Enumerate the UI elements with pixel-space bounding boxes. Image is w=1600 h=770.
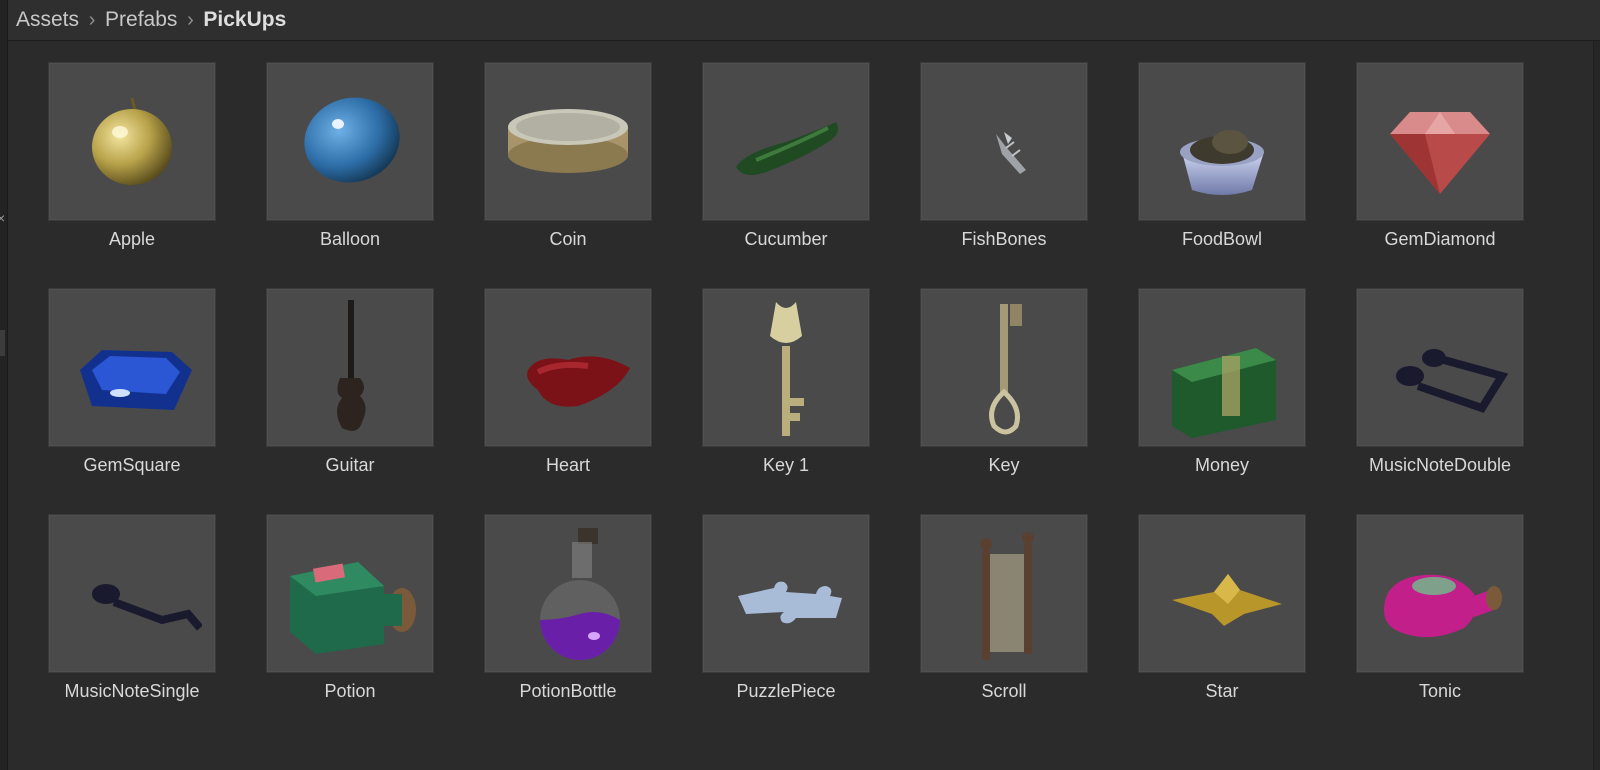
asset-label: Tonic xyxy=(1418,681,1462,701)
thumbnail xyxy=(920,514,1088,673)
thumbnail xyxy=(266,514,434,673)
asset-label: Heart xyxy=(545,455,590,475)
asset-label: Cucumber xyxy=(744,229,828,249)
thumbnail xyxy=(1138,514,1306,673)
thumbnail xyxy=(484,62,652,221)
tonic-icon xyxy=(1384,574,1502,637)
money-icon xyxy=(1172,347,1276,438)
asset-label: Coin xyxy=(549,229,587,249)
asset-label: Potion xyxy=(324,681,376,701)
gem-diamond-icon xyxy=(1390,111,1490,194)
fishbones-icon xyxy=(996,131,1026,174)
thumbnail xyxy=(1138,288,1306,447)
heart-icon xyxy=(527,355,630,407)
music-note-double-icon xyxy=(1396,348,1509,413)
scroll-icon xyxy=(980,531,1034,660)
asset-tile-star[interactable]: Star xyxy=(1138,514,1306,702)
close-icon[interactable]: × xyxy=(0,210,5,226)
puzzle-piece-icon xyxy=(738,581,842,623)
asset-label: FishBones xyxy=(961,229,1047,249)
asset-tile-foodbowl[interactable]: FoodBowl xyxy=(1138,62,1306,250)
breadcrumb-pickups[interactable]: PickUps xyxy=(203,8,286,32)
asset-tile-musicnotedouble[interactable]: MusicNoteDouble xyxy=(1356,288,1524,476)
asset-tile-gemdiamond[interactable]: GemDiamond xyxy=(1356,62,1524,250)
thumbnail xyxy=(920,288,1088,447)
left-panel-edge: × xyxy=(0,0,8,770)
guitar-icon xyxy=(337,299,366,431)
asset-label: Scroll xyxy=(981,681,1027,701)
thumbnail xyxy=(702,62,870,221)
asset-label: Key 1 xyxy=(762,455,810,475)
key-1-icon xyxy=(770,301,804,436)
asset-tile-key[interactable]: Key xyxy=(920,288,1088,476)
asset-tile-key-1[interactable]: Key 1 xyxy=(702,288,870,476)
asset-tile-puzzlepiece[interactable]: PuzzlePiece xyxy=(702,514,870,702)
potion-icon xyxy=(290,561,416,654)
asset-label: FoodBowl xyxy=(1181,229,1263,249)
asset-tile-apple[interactable]: Apple xyxy=(48,62,216,250)
thumbnail xyxy=(1138,62,1306,221)
thumbnail xyxy=(702,288,870,447)
apple-icon xyxy=(92,97,172,185)
thumbnail xyxy=(484,514,652,673)
thumbnail xyxy=(1356,514,1524,673)
asset-tile-fishbones[interactable]: FishBones xyxy=(920,62,1088,250)
asset-label: MusicNoteDouble xyxy=(1368,455,1512,475)
asset-label: Key xyxy=(988,455,1020,475)
asset-tile-potion[interactable]: Potion xyxy=(266,514,434,702)
asset-tile-scroll[interactable]: Scroll xyxy=(920,514,1088,702)
asset-tile-money[interactable]: Money xyxy=(1138,288,1306,476)
asset-tile-coin[interactable]: Coin xyxy=(484,62,652,250)
asset-label: Star xyxy=(1205,681,1239,701)
thumbnail xyxy=(1356,288,1524,447)
potion-bottle-icon xyxy=(540,527,620,660)
key-icon xyxy=(989,303,1022,434)
scrollbar[interactable] xyxy=(1593,41,1600,770)
thumbnail xyxy=(266,288,434,447)
breadcrumb-prefabs[interactable]: Prefabs xyxy=(105,8,177,32)
thumbnail xyxy=(266,62,434,221)
thumbnail xyxy=(48,514,216,673)
asset-label: Balloon xyxy=(319,229,381,249)
thumbnail xyxy=(48,62,216,221)
coin-icon xyxy=(508,108,628,173)
asset-label: GemSquare xyxy=(83,455,181,475)
breadcrumb-assets[interactable]: Assets xyxy=(16,8,79,32)
asset-tile-cucumber[interactable]: Cucumber xyxy=(702,62,870,250)
asset-label: GemDiamond xyxy=(1384,229,1496,249)
asset-label: PotionBottle xyxy=(519,681,617,701)
chevron-right-icon: › xyxy=(187,8,194,31)
balloon-icon xyxy=(304,97,400,182)
asset-label: PuzzlePiece xyxy=(736,681,836,701)
thumbnail xyxy=(484,288,652,447)
thumbnail xyxy=(1356,62,1524,221)
thumbnail xyxy=(920,62,1088,221)
star-icon xyxy=(1172,573,1282,626)
asset-grid: Apple Balloon Coin Cucumber FishBones Fo… xyxy=(48,62,1524,702)
thumbnail xyxy=(48,288,216,447)
gem-square-icon xyxy=(80,349,192,410)
music-note-single-icon xyxy=(92,583,202,631)
foodbowl-icon xyxy=(1180,129,1264,195)
breadcrumb: Assets › Prefabs › PickUps xyxy=(8,0,1600,41)
asset-label: Guitar xyxy=(325,455,375,475)
asset-tile-potionbottle[interactable]: PotionBottle xyxy=(484,514,652,702)
asset-tile-heart[interactable]: Heart xyxy=(484,288,652,476)
asset-label: Apple xyxy=(108,229,156,249)
chevron-right-icon: › xyxy=(88,8,96,31)
asset-label: MusicNoteSingle xyxy=(64,681,200,701)
scroll-handle[interactable] xyxy=(0,330,5,356)
asset-tile-tonic[interactable]: Tonic xyxy=(1356,514,1524,702)
asset-tile-guitar[interactable]: Guitar xyxy=(266,288,434,476)
cucumber-icon xyxy=(736,121,839,175)
asset-tile-musicnotesingle[interactable]: MusicNoteSingle xyxy=(48,514,216,702)
thumbnail xyxy=(702,514,870,673)
asset-label: Money xyxy=(1194,455,1250,475)
asset-tile-balloon[interactable]: Balloon xyxy=(266,62,434,250)
asset-tile-gemsquare[interactable]: GemSquare xyxy=(48,288,216,476)
